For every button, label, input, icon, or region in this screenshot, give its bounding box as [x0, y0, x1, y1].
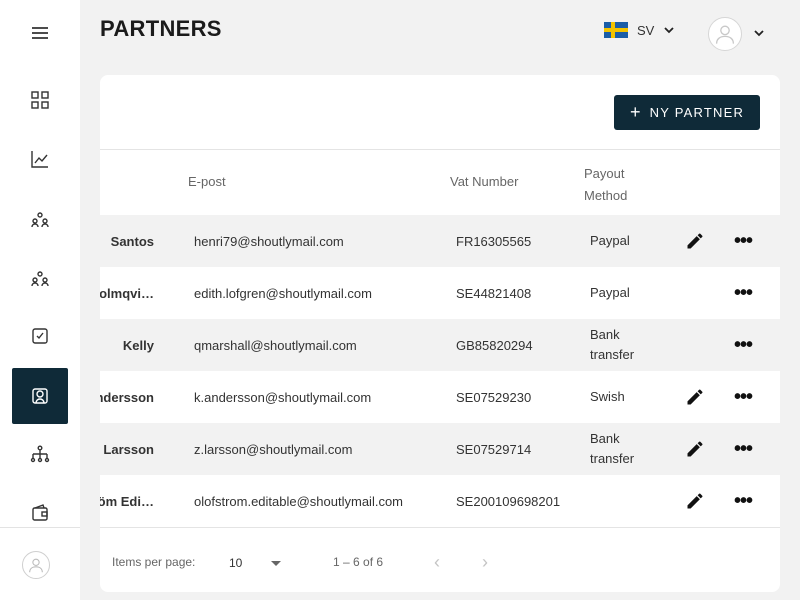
- partner-vat: SE44821408: [456, 285, 532, 301]
- table-body: Santos henri79@shoutlymail.com FR16305565 P…: [100, 215, 780, 527]
- table-row[interactable]: Holmqvi… edith.lofgren@shoutlymail.com SE4…: [100, 267, 780, 319]
- sidebar-item-wallet[interactable]: [12, 485, 68, 541]
- checkbox-icon: [32, 328, 48, 344]
- new-partner-label: NY PARTNER: [649, 105, 745, 120]
- more-options-icon[interactable]: •••: [732, 371, 754, 423]
- page-size-select[interactable]: 10: [229, 556, 242, 570]
- partner-name: Ström Edi…: [100, 493, 154, 509]
- sidebar-divider: [0, 527, 80, 528]
- edit-icon[interactable]: [684, 371, 706, 423]
- partner-payout: Paypal: [590, 285, 630, 300]
- menu-button[interactable]: [12, 5, 68, 61]
- new-partner-button[interactable]: + NY PARTNER: [614, 95, 760, 130]
- partner-name: Santos: [110, 233, 154, 249]
- partner-vat: FR16305565: [456, 233, 532, 249]
- more-options-icon[interactable]: •••: [732, 267, 754, 319]
- partner-email: k.andersson@shoutlymail.com: [194, 389, 372, 405]
- table-row[interactable]: Santos henri79@shoutlymail.com FR16305565 P…: [100, 215, 780, 267]
- user-icon: [29, 558, 43, 573]
- next-page-icon[interactable]: ›: [482, 552, 488, 573]
- partner-email: z.larsson@shoutlymail.com: [194, 441, 353, 457]
- partner-name-cell: Ström Edi…: [100, 475, 154, 527]
- more-options-icon[interactable]: •••: [732, 423, 754, 475]
- users-icon: [31, 271, 49, 287]
- edit-icon[interactable]: [684, 423, 706, 475]
- items-per-page-label: Items per page:: [112, 555, 196, 569]
- partner-name-cell: Larsson: [100, 423, 154, 475]
- table-row[interactable]: Andersson k.andersson@shoutlymail.com SE07…: [100, 371, 780, 423]
- partner-vat: SE200109698201: [456, 493, 561, 509]
- sidebar-item-dashboard[interactable]: [12, 72, 68, 128]
- partner-vat: GB85820294: [456, 337, 533, 353]
- partner-email: henri79@shoutlymail.com: [194, 233, 344, 249]
- sidebar: [0, 0, 80, 600]
- partner-name-cell: Holmqvi…: [100, 267, 154, 319]
- partner-payout: Bank transfer: [590, 431, 635, 466]
- swedish-flag-icon: [604, 22, 628, 38]
- user-avatar[interactable]: [708, 17, 742, 51]
- user-menu-chevron-icon[interactable]: [753, 27, 765, 39]
- partner-name-cell: Andersson: [100, 371, 154, 423]
- sidebar-item-network[interactable]: [12, 426, 68, 482]
- partner-payout: Swish: [590, 389, 625, 404]
- language-selector[interactable]: SV: [604, 22, 675, 38]
- partner-name: Kelly: [122, 337, 154, 353]
- partner-name: Larsson: [103, 441, 154, 457]
- previous-page-icon[interactable]: ‹: [434, 552, 440, 573]
- users-icon: [31, 212, 49, 228]
- line-chart-icon: [31, 151, 48, 168]
- partner-email: qmarshall@shoutlymail.com: [194, 337, 357, 353]
- sidebar-item-statistics[interactable]: [12, 131, 68, 187]
- page-title: PARTNERS: [100, 16, 222, 41]
- sidebar-item-teams[interactable]: [12, 191, 68, 247]
- partner-name-cell: Kelly: [100, 319, 154, 371]
- table-row[interactable]: Kelly qmarshall@shoutlymail.com GB85820294…: [100, 319, 780, 371]
- partner-vat: SE07529230: [456, 389, 532, 405]
- partner-payout: Bank transfer: [590, 327, 635, 362]
- more-options-icon[interactable]: •••: [732, 319, 754, 371]
- hamburger-icon: [32, 27, 48, 39]
- edit-icon[interactable]: [684, 475, 706, 527]
- column-header-vat[interactable]: Vat Number: [450, 174, 518, 189]
- table-header: E-post Vat Number Payout Method: [100, 149, 780, 216]
- dropdown-arrow-icon[interactable]: [271, 561, 281, 566]
- pagination: Items per page: 10 1 – 6 of 6 ‹ ›: [100, 527, 780, 592]
- sidebar-item-tasks[interactable]: [12, 308, 68, 364]
- network-icon: [30, 445, 50, 463]
- user-icon: [715, 25, 735, 44]
- column-header-payout[interactable]: Payout Method: [584, 163, 648, 207]
- partner-name: Holmqvi…: [100, 285, 154, 301]
- sidebar-item-groups[interactable]: [12, 250, 68, 306]
- wallet-icon: [32, 504, 48, 521]
- partner-email: edith.lofgren@shoutlymail.com: [194, 285, 372, 301]
- sidebar-item-partners[interactable]: [12, 368, 68, 424]
- chevron-down-icon: [664, 27, 674, 34]
- partner-vat: SE07529714: [456, 441, 532, 457]
- partner-name: Andersson: [100, 389, 154, 405]
- table-row[interactable]: Larsson z.larsson@shoutlymail.com SE075297…: [100, 423, 780, 475]
- more-options-icon[interactable]: •••: [732, 475, 754, 527]
- grid-icon: [31, 91, 49, 109]
- plus-icon: +: [629, 101, 642, 122]
- page-range: 1 – 6 of 6: [333, 555, 384, 569]
- edit-icon[interactable]: [684, 215, 706, 267]
- sidebar-avatar[interactable]: [22, 551, 50, 579]
- partner-payout: [590, 475, 660, 527]
- column-header-email[interactable]: E-post: [188, 174, 226, 189]
- partner-payout: Paypal: [590, 233, 630, 248]
- more-options-icon[interactable]: •••: [732, 215, 754, 267]
- table-row[interactable]: Ström Edi… olofstrom.editable@shoutlymail…: [100, 475, 780, 527]
- partner-email: olofstrom.editable@shoutlymail.com: [194, 493, 404, 509]
- partners-icon: [32, 388, 48, 404]
- partner-name-cell: Santos: [100, 215, 154, 267]
- language-code: SV: [637, 22, 655, 38]
- partners-card: + NY PARTNER E-post Vat Number Payout Me…: [100, 75, 780, 592]
